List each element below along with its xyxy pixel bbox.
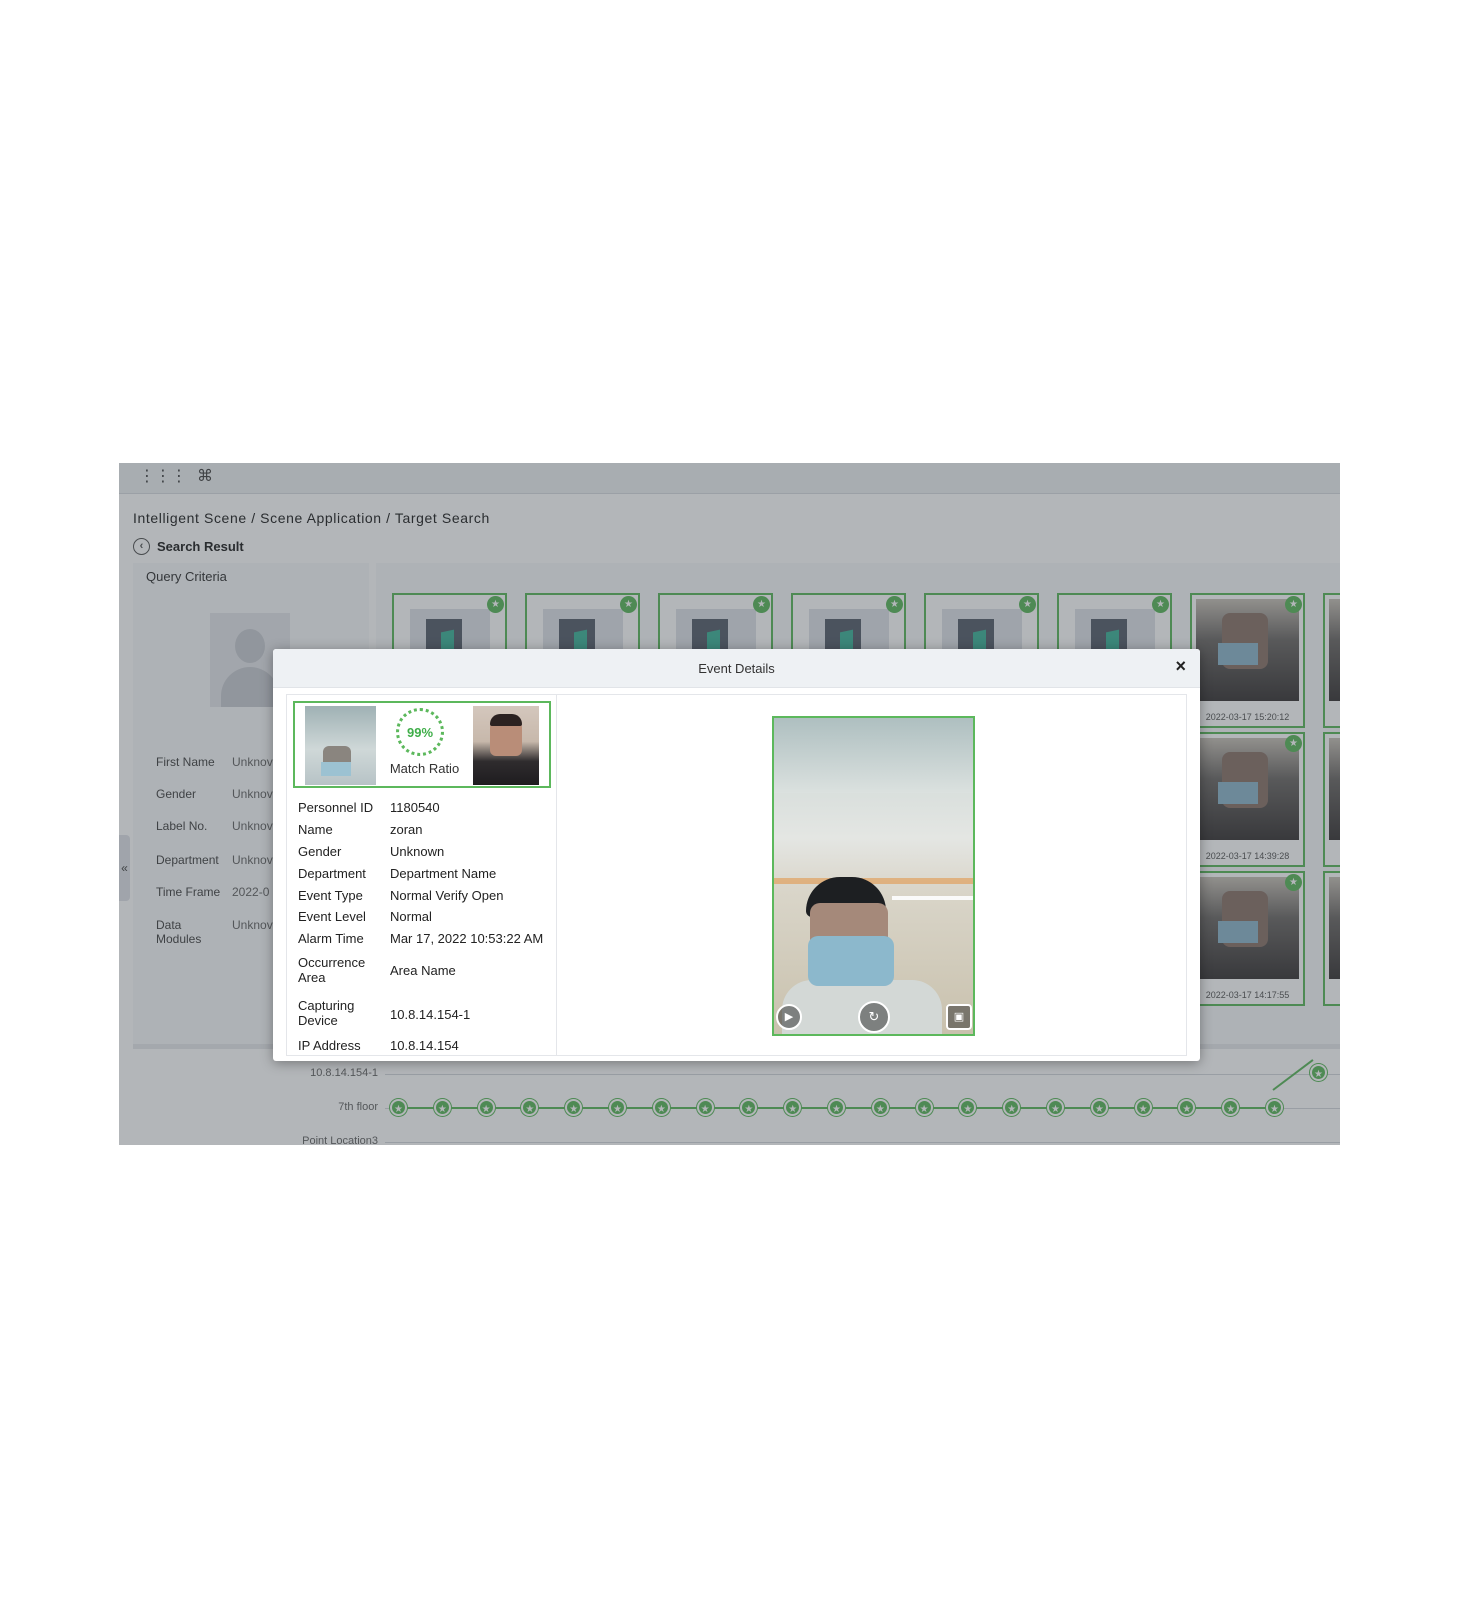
info-label: Capturing Device: [298, 998, 355, 1028]
info-label: Gender: [298, 844, 342, 859]
event-details-dialog: Event Details × 99% Match Ratio Personne…: [273, 649, 1200, 1061]
info-value: 10.8.14.154: [390, 1038, 459, 1053]
info-label: Event Level: [298, 909, 366, 924]
info-value: Normal: [390, 909, 432, 924]
match-ratio-ring: 99%: [396, 708, 444, 756]
info-label: Alarm Time: [298, 931, 364, 946]
info-value: Mar 17, 2022 10:53:22 AM: [390, 931, 544, 946]
info-value: Department Name: [390, 866, 497, 881]
info-value: 1180540: [390, 800, 440, 815]
info-label: IP Address: [298, 1038, 361, 1053]
event-info-column: 99% Match Ratio Personnel ID 1180540 Nam…: [287, 695, 557, 1055]
match-comparison: 99% Match Ratio: [293, 701, 551, 788]
capture-preview-column: ▶ ↻ ▣: [558, 695, 1186, 1055]
modal-header: Event Details ×: [273, 649, 1200, 688]
info-value: Area Name: [390, 963, 456, 978]
play-icon[interactable]: ▶: [776, 1004, 802, 1030]
snapshot-icon[interactable]: ▣: [946, 1004, 972, 1030]
replay-icon[interactable]: ↻: [858, 1001, 890, 1033]
info-value: zoran: [390, 822, 423, 837]
info-label: Department: [298, 866, 366, 881]
modal-body: 99% Match Ratio Personnel ID 1180540 Nam…: [286, 694, 1187, 1056]
close-icon[interactable]: ×: [1175, 657, 1186, 675]
match-ratio-value: 99%: [406, 724, 434, 740]
registered-face-image: [473, 706, 539, 785]
info-value: Unknown: [390, 844, 445, 859]
match-ratio-label: Match Ratio: [389, 761, 460, 776]
info-value: 10.8.14.154-1: [390, 1007, 471, 1022]
info-label: Personnel ID: [298, 800, 374, 815]
modal-title: Event Details: [698, 661, 775, 676]
info-value: Normal Verify Open: [390, 888, 504, 903]
info-label: Event Type: [298, 888, 363, 903]
captured-face-image: [305, 706, 376, 785]
capture-photo: ▶ ↻ ▣: [772, 716, 975, 1036]
info-label: Occurrence Area: [298, 955, 366, 985]
info-label: Name: [298, 822, 333, 837]
